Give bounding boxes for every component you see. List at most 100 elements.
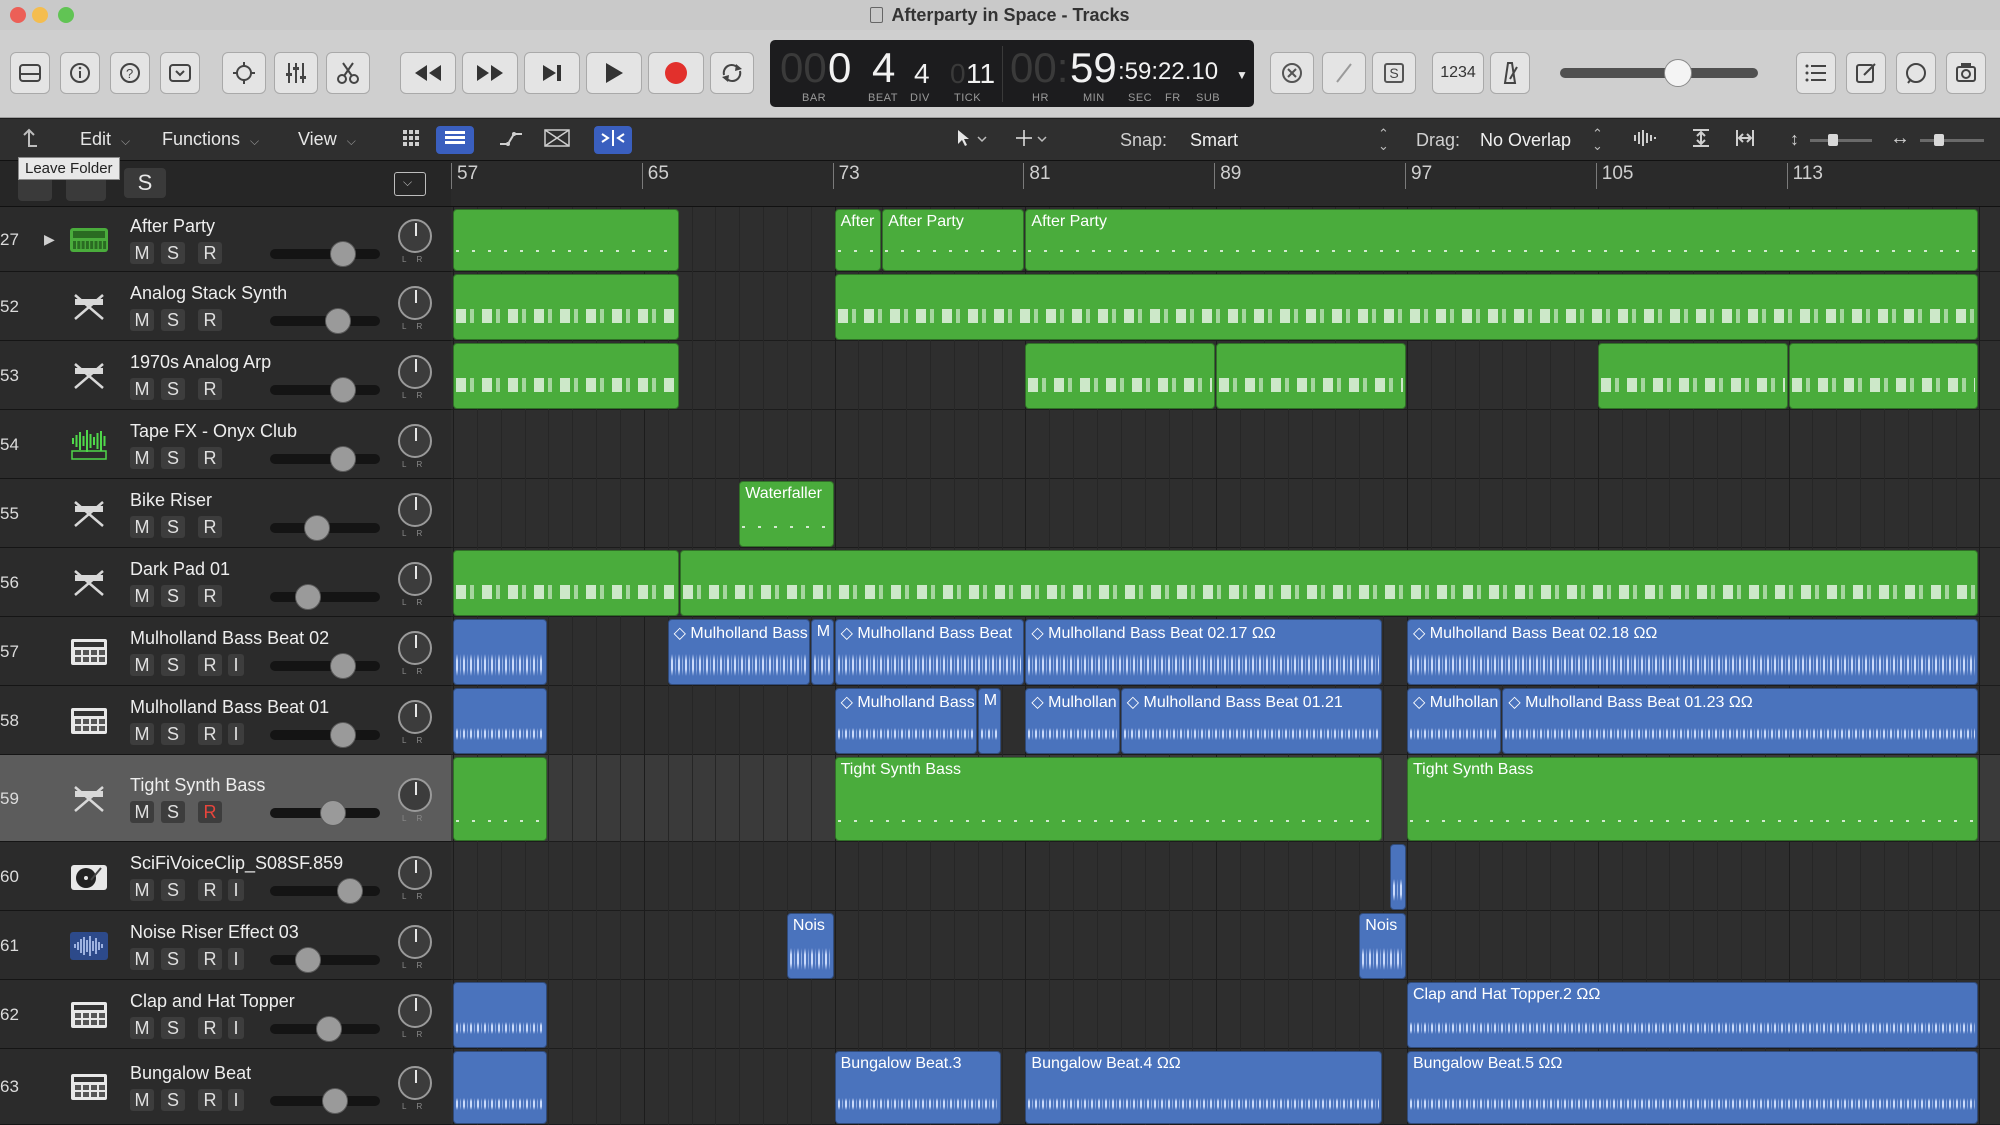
- track-name[interactable]: Tight Synth Bass: [130, 775, 265, 796]
- midi-region[interactable]: [453, 209, 679, 271]
- track-name[interactable]: Mulholland Bass Beat 01: [130, 697, 329, 718]
- track-header-53[interactable]: 53 1970s Analog Arp M S R LR: [0, 341, 451, 410]
- volume-fader-knob[interactable]: [295, 583, 322, 610]
- pan-knob[interactable]: [398, 777, 432, 812]
- audio-region[interactable]: ◇ Mulholland Bass Beat 01.23 ΩΩ: [1502, 688, 1979, 754]
- volume-fader-knob[interactable]: [303, 514, 330, 541]
- midi-region[interactable]: [453, 757, 548, 841]
- vertical-zoom-slider[interactable]: [1810, 134, 1872, 146]
- track-name[interactable]: Clap and Hat Topper: [130, 991, 295, 1012]
- audio-region[interactable]: ◇ Mulholland Bass: [667, 619, 810, 685]
- volume-fader-knob[interactable]: [330, 721, 357, 748]
- toolbar-button[interactable]: [160, 52, 200, 94]
- master-volume-slider[interactable]: [1560, 68, 1758, 78]
- midi-region[interactable]: [1216, 343, 1406, 409]
- loop-browser-button[interactable]: [1896, 52, 1936, 94]
- catch-playhead-button[interactable]: [594, 126, 632, 154]
- midi-region[interactable]: Waterfaller: [739, 481, 834, 547]
- solo-button[interactable]: S: [161, 1016, 185, 1039]
- track-name[interactable]: Noise Riser Effect 03: [130, 922, 299, 943]
- solo-mode-button[interactable]: S: [1372, 52, 1416, 94]
- volume-fader-knob[interactable]: [330, 445, 357, 472]
- audio-region[interactable]: ◇ Mulholland Bass Beat 02.18 ΩΩ: [1407, 619, 1979, 685]
- volume-fader[interactable]: [270, 660, 380, 671]
- record-enable-button[interactable]: R: [198, 308, 222, 331]
- audio-region[interactable]: [453, 688, 548, 754]
- master-volume-knob[interactable]: [1664, 59, 1692, 87]
- global-solo-button[interactable]: S: [124, 168, 166, 198]
- mixer-button[interactable]: [274, 52, 318, 94]
- volume-fader[interactable]: [270, 591, 380, 602]
- replace-button[interactable]: [1270, 52, 1314, 94]
- record-enable-button[interactable]: R: [198, 584, 222, 607]
- snap-select[interactable]: Smart ⌃ ⌄: [1184, 123, 1396, 157]
- lcd-mode-chevron-icon[interactable]: ▼: [1236, 68, 1248, 82]
- vertical-zoom-knob[interactable]: [1828, 134, 1838, 146]
- volume-fader-knob[interactable]: [330, 376, 357, 403]
- arrange-area[interactable]: After After Party After Party Waterfaller ◇ …: [451, 207, 2000, 1125]
- solo-button[interactable]: S: [161, 800, 185, 823]
- pan-knob[interactable]: [398, 561, 432, 596]
- volume-fader-knob[interactable]: [316, 1015, 343, 1042]
- pan-knob[interactable]: [398, 423, 432, 458]
- input-monitor-button[interactable]: I: [228, 878, 244, 901]
- smart-controls-button[interactable]: [222, 52, 266, 94]
- drag-select[interactable]: No Overlap ⌃ ⌄: [1474, 123, 1610, 157]
- mute-button[interactable]: M: [130, 1016, 154, 1039]
- record-enable-button[interactable]: R: [198, 1016, 222, 1039]
- audio-region[interactable]: [453, 619, 548, 685]
- grid-view-button[interactable]: [392, 126, 430, 154]
- track-lane[interactable]: [451, 410, 2000, 479]
- audio-region[interactable]: [453, 1051, 548, 1124]
- pan-knob[interactable]: [398, 855, 432, 890]
- record-enable-button[interactable]: R: [198, 515, 222, 538]
- volume-fader[interactable]: [270, 729, 380, 740]
- pan-knob[interactable]: [398, 492, 432, 527]
- record-enable-button[interactable]: R: [198, 446, 222, 469]
- pan-knob[interactable]: [398, 699, 432, 734]
- track-name[interactable]: Bike Riser: [130, 490, 212, 511]
- audio-region[interactable]: [453, 982, 548, 1048]
- midi-region[interactable]: [834, 274, 1979, 340]
- track-name[interactable]: Mulholland Bass Beat 02: [130, 628, 329, 649]
- solo-button[interactable]: S: [161, 446, 185, 469]
- track-header-62[interactable]: 62 Clap and Hat Topper M S R I LR: [0, 980, 451, 1049]
- volume-fader-knob[interactable]: [320, 799, 347, 826]
- midi-region[interactable]: [679, 550, 1979, 616]
- audio-region[interactable]: Bungalow Beat.5 ΩΩ: [1407, 1051, 1979, 1124]
- track-lane[interactable]: [451, 842, 2000, 911]
- midi-region[interactable]: Tight Synth Bass: [834, 757, 1383, 841]
- automation-button[interactable]: [492, 126, 530, 154]
- midi-region[interactable]: [453, 343, 679, 409]
- track-header-63[interactable]: 63 Bungalow Beat M S R I LR: [0, 1049, 451, 1125]
- volume-fader[interactable]: [270, 384, 380, 395]
- audio-region[interactable]: Clap and Hat Topper.2 ΩΩ: [1407, 982, 1979, 1048]
- command-click-tool-menu[interactable]: [1006, 126, 1058, 154]
- audio-region[interactable]: Bungalow Beat.3: [834, 1051, 1001, 1124]
- solo-button[interactable]: S: [161, 653, 185, 676]
- mute-button[interactable]: M: [130, 653, 154, 676]
- audio-region[interactable]: M: [977, 688, 1001, 754]
- list-view-button[interactable]: [436, 126, 474, 154]
- track-header-55[interactable]: 55 Bike Riser M S R LR: [0, 479, 451, 548]
- volume-fader[interactable]: [270, 248, 380, 259]
- edit-menu[interactable]: Edit ⌵: [80, 129, 130, 150]
- midi-region[interactable]: [1597, 343, 1788, 409]
- mute-button[interactable]: M: [130, 515, 154, 538]
- midi-region[interactable]: [1025, 343, 1216, 409]
- go-up-folder-button[interactable]: [10, 126, 48, 154]
- input-monitor-button[interactable]: I: [228, 1089, 244, 1111]
- waveform-zoom-button[interactable]: [1626, 126, 1664, 154]
- track-name[interactable]: Analog Stack Synth: [130, 283, 287, 304]
- volume-fader-knob[interactable]: [324, 307, 351, 334]
- mute-button[interactable]: M: [130, 241, 154, 264]
- track-header-61[interactable]: 61 Noise Riser Effect 03 M S R I LR: [0, 911, 451, 980]
- audio-region[interactable]: ◇ Mulholland Bass: [834, 688, 977, 754]
- mute-button[interactable]: M: [130, 800, 154, 823]
- solo-button[interactable]: S: [161, 584, 185, 607]
- go-to-end-button[interactable]: [524, 52, 580, 94]
- mute-button[interactable]: M: [130, 722, 154, 745]
- mute-button[interactable]: M: [130, 308, 154, 331]
- quick-help-button[interactable]: ?: [110, 52, 150, 94]
- record-enable-button[interactable]: R: [198, 1089, 222, 1111]
